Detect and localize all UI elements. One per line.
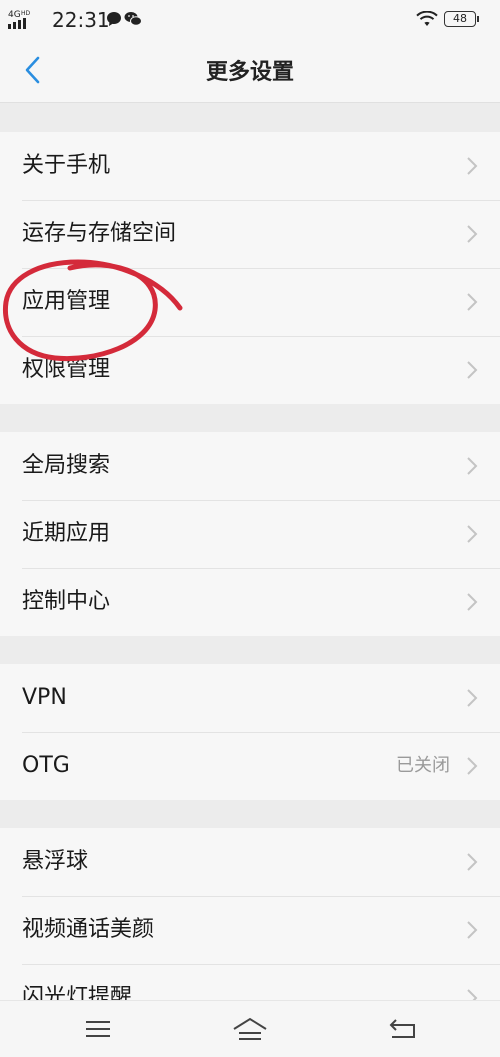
settings-item-label: 悬浮球 [22,849,89,874]
signal-icon: 4G HD [8,10,31,29]
settings-item-control-center[interactable]: 控制中心 [0,568,500,636]
network-hd-label: HD [21,10,31,17]
settings-item-vpn[interactable]: VPN [0,664,500,732]
settings-item-label: 闪光灯提醒 [22,985,133,1000]
settings-item-recent-apps[interactable]: 近期应用 [0,500,500,568]
chevron-right-icon [467,293,478,311]
chevron-right-icon [467,525,478,543]
chevron-right-icon [467,921,478,939]
settings-item-permission-management[interactable]: 权限管理 [0,336,500,404]
menu-icon[interactable] [78,1015,118,1043]
settings-item-otg[interactable]: OTG 已关闭 [0,732,500,800]
wifi-icon [416,11,438,26]
settings-item-video-call-beauty[interactable]: 视频通话美颜 [0,896,500,964]
battery-icon: 48 [444,11,479,27]
chevron-right-icon [467,593,478,611]
settings-group-connection: VPN OTG 已关闭 [0,664,500,800]
status-time: 22:31 [52,8,110,32]
settings-item-label: 视频通话美颜 [22,917,155,942]
chevron-right-icon [467,157,478,175]
page-title: 更多设置 [205,60,294,85]
settings-item-label: 权限管理 [22,357,111,382]
settings-item-flash-reminder[interactable]: 闪光灯提醒 [0,964,500,1000]
settings-item-label: VPN [22,685,67,710]
settings-group-system: 全局搜索 近期应用 控制中心 [0,432,500,636]
back-icon[interactable] [382,1015,422,1043]
chevron-right-icon [467,361,478,379]
message-icon [107,12,121,26]
settings-item-app-management[interactable]: 应用管理 [0,268,500,336]
settings-item-label: 运存与存储空间 [22,221,177,246]
settings-item-label: OTG [22,753,70,778]
wechat-icon [124,12,142,26]
chevron-right-icon [467,989,478,1000]
battery-level: 48 [453,12,467,25]
settings-item-global-search[interactable]: 全局搜索 [0,432,500,500]
home-icon[interactable] [230,1015,270,1043]
status-bar: 4G HD 22:31 48 [0,0,500,38]
network-label: 4G [8,10,21,20]
settings-item-memory-storage[interactable]: 运存与存储空间 [0,200,500,268]
chevron-right-icon [467,853,478,871]
chevron-right-icon [467,225,478,243]
chevron-right-icon [467,689,478,707]
chevron-right-icon [467,757,478,775]
settings-item-label: 控制中心 [22,589,111,614]
settings-item-label: 关于手机 [22,153,111,178]
chevron-right-icon [467,457,478,475]
title-bar: 更多设置 [0,38,500,103]
settings-group-device: 关于手机 运存与存储空间 应用管理 权限管理 [0,132,500,404]
settings-item-about-phone[interactable]: 关于手机 [0,132,500,200]
otg-status-value: 已关闭 [396,755,450,776]
settings-item-label: 应用管理 [22,289,111,314]
settings-item-label: 近期应用 [22,521,111,546]
settings-item-floating-ball[interactable]: 悬浮球 [0,828,500,896]
settings-item-label: 全局搜索 [22,453,111,478]
settings-group-misc: 悬浮球 视频通话美颜 闪光灯提醒 [0,828,500,1000]
system-navigation-bar [0,1000,500,1057]
